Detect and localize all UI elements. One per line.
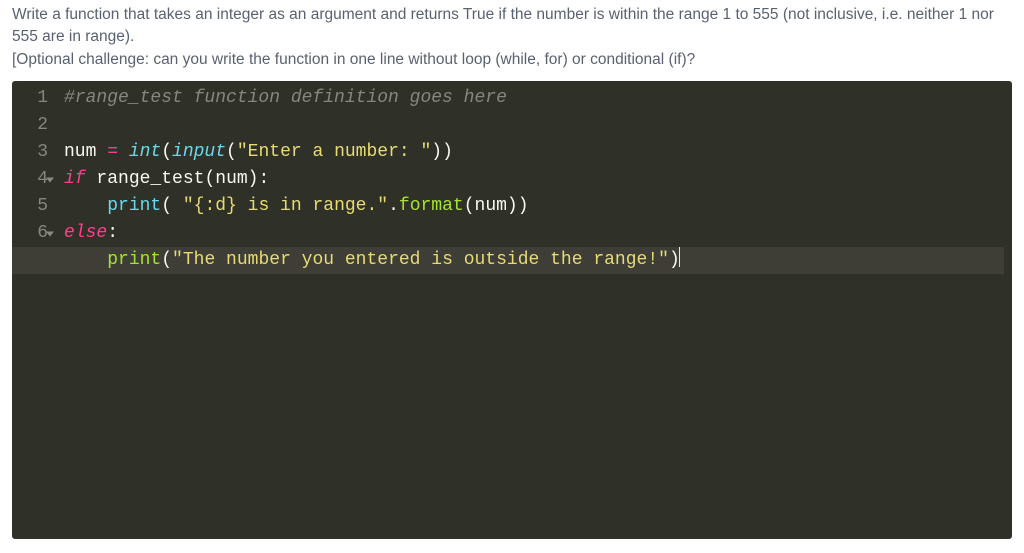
code-line-2[interactable] bbox=[64, 112, 1004, 139]
code-line-5[interactable]: print( "{:d} is in range.".format(num)) bbox=[64, 193, 1004, 220]
code-line-4[interactable]: if range_test(num): bbox=[64, 166, 1004, 193]
line-number-gutter: 1 2 3 4 5 6 7 bbox=[12, 85, 56, 274]
text-cursor bbox=[679, 247, 681, 267]
line-number: 3 bbox=[12, 139, 56, 166]
line-number: 2 bbox=[12, 112, 56, 139]
code-line-6[interactable]: else: bbox=[64, 220, 1004, 247]
line-number: 1 bbox=[12, 85, 56, 112]
code-content[interactable]: #range_test function definition goes her… bbox=[64, 85, 1012, 274]
instruction-line-2: [Optional challenge: can you write the f… bbox=[12, 49, 1012, 71]
fold-arrow-icon[interactable] bbox=[46, 177, 54, 182]
code-editor[interactable]: 1 2 3 4 5 6 7 #range_test function defin… bbox=[12, 81, 1012, 539]
code-line-7[interactable]: print("The number you entered is outside… bbox=[12, 247, 1004, 274]
line-number: 6 bbox=[12, 220, 56, 247]
code-line-3[interactable]: num = int(input("Enter a number: ")) bbox=[64, 139, 1004, 166]
problem-description: Write a function that takes an integer a… bbox=[0, 0, 1024, 81]
fold-arrow-icon[interactable] bbox=[46, 231, 54, 236]
code-line-1[interactable]: #range_test function definition goes her… bbox=[64, 85, 1004, 112]
instruction-line-1: Write a function that takes an integer a… bbox=[12, 4, 1012, 49]
line-number: 5 bbox=[12, 193, 56, 220]
line-number: 4 bbox=[12, 166, 56, 193]
